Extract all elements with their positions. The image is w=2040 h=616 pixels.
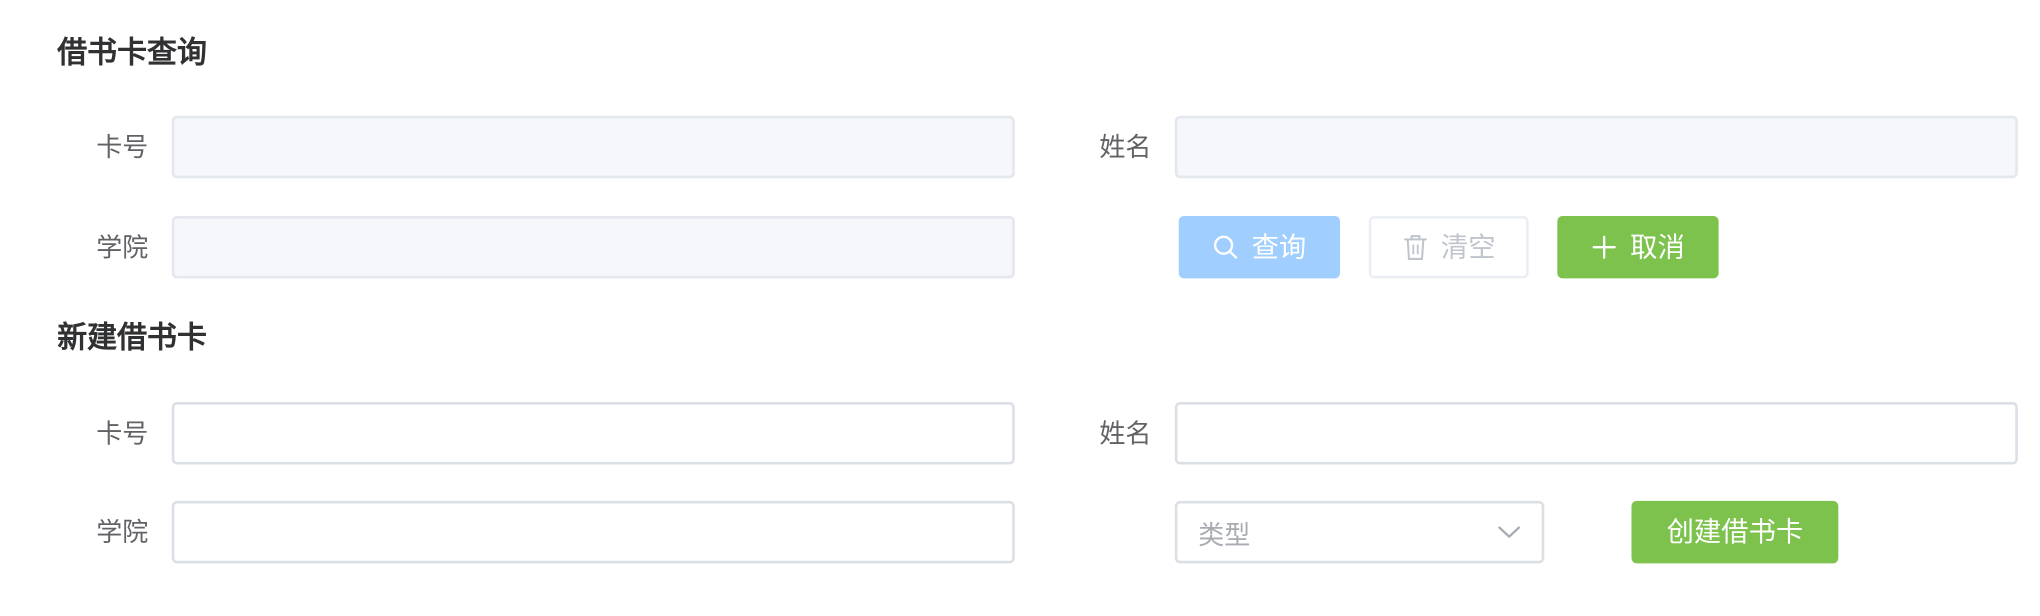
query-college-label: 学院 bbox=[96, 231, 149, 263]
search-icon bbox=[1213, 234, 1239, 260]
type-select[interactable]: 类型 bbox=[1174, 500, 1545, 564]
query-section-title: 借书卡查询 bbox=[57, 36, 207, 71]
create-name-input[interactable] bbox=[1174, 402, 2018, 465]
create-college-label: 学院 bbox=[96, 516, 149, 548]
create-section-title: 新建借书卡 bbox=[57, 321, 207, 356]
clear-button[interactable]: 清空 bbox=[1368, 215, 1529, 279]
library-card-page: 借书卡查询 卡号 姓名 学院 查询 清空 取消 新建借书卡 卡号 姓名 学院 类… bbox=[0, 0, 2040, 615]
trash-icon bbox=[1402, 233, 1428, 262]
create-college-input[interactable] bbox=[171, 500, 1015, 564]
plus-icon bbox=[1591, 234, 1617, 260]
query-button[interactable]: 查询 bbox=[1178, 215, 1341, 279]
query-button-label: 查询 bbox=[1251, 230, 1307, 263]
create-card-label: 卡号 bbox=[96, 417, 149, 449]
query-college-input[interactable] bbox=[171, 215, 1015, 279]
create-card-input[interactable] bbox=[171, 402, 1015, 465]
cancel-button[interactable]: 取消 bbox=[1557, 215, 1719, 279]
create-card-button-label: 创建借书卡 bbox=[1666, 515, 1804, 548]
cancel-button-label: 取消 bbox=[1630, 230, 1685, 263]
type-select-placeholder: 类型 bbox=[1198, 518, 1251, 550]
create-name-label: 姓名 bbox=[1099, 417, 1152, 449]
query-name-label: 姓名 bbox=[1099, 131, 1152, 163]
query-name-input[interactable] bbox=[1174, 115, 2018, 179]
query-card-label: 卡号 bbox=[96, 131, 149, 163]
clear-button-label: 清空 bbox=[1440, 230, 1496, 263]
chevron-down-icon bbox=[1497, 524, 1521, 540]
query-card-input[interactable] bbox=[171, 115, 1015, 179]
create-card-button[interactable]: 创建借书卡 bbox=[1631, 500, 1839, 564]
